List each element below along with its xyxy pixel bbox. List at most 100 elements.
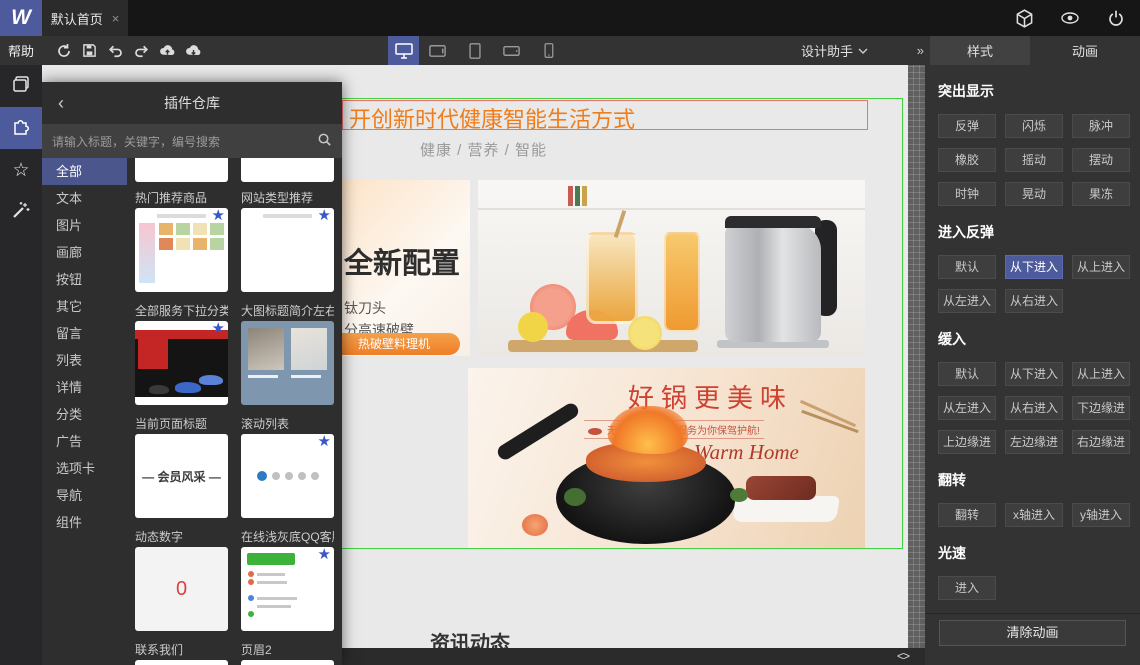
- animation-effect-button[interactable]: 摇动: [1005, 148, 1063, 172]
- plugin-category[interactable]: 广告: [42, 428, 127, 455]
- animation-effect-button[interactable]: 从左进入: [938, 289, 996, 313]
- plugin-card-thumbnail[interactable]: [135, 660, 228, 665]
- preview-eye-icon[interactable]: [1060, 8, 1080, 28]
- plugin-card[interactable]: 动态数字 0: [135, 527, 228, 631]
- animation-effect-button[interactable]: 从下进入: [1005, 255, 1063, 279]
- plugin-card-thumbnail[interactable]: 0: [135, 547, 228, 631]
- plugin-category[interactable]: 组件: [42, 509, 127, 536]
- animation-effect-button[interactable]: 从右进入: [1005, 396, 1063, 420]
- tab-style[interactable]: 样式: [930, 36, 1030, 65]
- plugin-search-input[interactable]: 请输入标题，关键字，编号搜索: [42, 124, 342, 158]
- plugin-card[interactable]: [135, 158, 228, 182]
- animation-effect-button[interactable]: 闪烁: [1005, 114, 1063, 138]
- plugin-card[interactable]: 热门推荐商品 ★: [135, 188, 228, 292]
- hero-banner[interactable]: 全新配置 钛刀头 分高速破壁 热破壁料理机: [342, 180, 865, 356]
- device-tablet-portrait-button[interactable]: [456, 36, 493, 65]
- search-icon[interactable]: [317, 132, 332, 150]
- animation-effect-button[interactable]: 翻转: [938, 503, 996, 527]
- code-icon[interactable]: <>: [897, 649, 910, 663]
- save-button[interactable]: [80, 41, 99, 60]
- animation-effect-button[interactable]: 橡胶: [938, 148, 996, 172]
- animation-effect-button[interactable]: 上边缘进: [938, 430, 996, 454]
- animation-effect-button[interactable]: 右边缘进: [1072, 430, 1130, 454]
- plugin-card[interactable]: 联系我们: [135, 640, 228, 665]
- animation-effect-button[interactable]: 进入: [938, 576, 996, 600]
- collapse-panel-button[interactable]: »: [917, 36, 924, 65]
- plugin-card[interactable]: 在线浅灰底QQ客服 ★: [241, 527, 334, 631]
- plugin-category[interactable]: 文本: [42, 185, 127, 212]
- animation-effect-button[interactable]: 从上进入: [1072, 255, 1130, 279]
- tab-animation[interactable]: 动画: [1030, 36, 1140, 65]
- star-badge-icon[interactable]: ★: [318, 434, 331, 450]
- plugin-card-thumbnail[interactable]: [135, 158, 228, 182]
- animation-effect-button[interactable]: 果冻: [1072, 182, 1130, 206]
- plugin-category[interactable]: 留言: [42, 320, 127, 347]
- design-assistant-dropdown[interactable]: 设计助手: [801, 36, 868, 65]
- components-cube-icon[interactable]: [1014, 8, 1034, 28]
- animation-effect-button[interactable]: 从下进入: [1005, 362, 1063, 386]
- animation-effect-button[interactable]: 下边缘进: [1072, 396, 1130, 420]
- power-icon[interactable]: [1106, 8, 1126, 28]
- plugin-category[interactable]: 分类: [42, 401, 127, 428]
- plugin-card-thumbnail[interactable]: ★: [241, 547, 334, 631]
- page-tab[interactable]: 默认首页 ×: [42, 0, 128, 36]
- sidebar-item-favorites[interactable]: ☆: [0, 149, 42, 191]
- plugin-card-thumbnail[interactable]: [241, 158, 334, 182]
- animation-effect-button[interactable]: 从左进入: [938, 396, 996, 420]
- animation-effect-button[interactable]: 默认: [938, 255, 996, 279]
- plugin-card-thumbnail[interactable]: ★: [135, 208, 228, 292]
- plugin-card[interactable]: 网站类型推荐 ★: [241, 188, 334, 292]
- redo-button[interactable]: [132, 41, 151, 60]
- plugin-card[interactable]: 页眉2: [241, 640, 334, 665]
- plugin-card[interactable]: 滚动列表 ★: [241, 414, 334, 518]
- promo-button[interactable]: 热破壁料理机: [342, 333, 460, 355]
- wok-banner[interactable]: 好锅更美味 无忧购物，至诚服务为你保驾护航! Warm Home: [468, 368, 865, 548]
- animation-effect-button[interactable]: 脉冲: [1072, 114, 1130, 138]
- sidebar-item-plugins[interactable]: [0, 107, 42, 149]
- sidebar-item-pages[interactable]: [0, 65, 42, 107]
- plugin-card[interactable]: 全部服务下拉分类带... ★: [135, 301, 228, 405]
- star-badge-icon[interactable]: ★: [318, 547, 331, 563]
- plugin-card-thumbnail[interactable]: [241, 660, 334, 665]
- plugin-card[interactable]: 大图标题简介左右切...: [241, 301, 334, 405]
- animation-effect-button[interactable]: 从右进入: [1005, 289, 1063, 313]
- cloud-upload-button[interactable]: [158, 41, 177, 60]
- cloud-download-button[interactable]: [184, 41, 203, 60]
- plugin-card-thumbnail[interactable]: ★: [135, 321, 228, 405]
- animation-effect-button[interactable]: 反弹: [938, 114, 996, 138]
- star-badge-icon[interactable]: ★: [212, 321, 225, 337]
- device-phone-landscape-button[interactable]: [493, 36, 530, 65]
- animation-effect-button[interactable]: 时钟: [938, 182, 996, 206]
- refresh-button[interactable]: [54, 41, 73, 60]
- animation-effect-button[interactable]: y轴进入: [1072, 503, 1130, 527]
- animation-effect-button[interactable]: 默认: [938, 362, 996, 386]
- plugin-card-thumbnail[interactable]: ★: [241, 434, 334, 518]
- plugin-category[interactable]: 列表: [42, 347, 127, 374]
- app-logo[interactable]: W: [0, 0, 42, 36]
- plugin-card[interactable]: 当前页面标题 — 会员风采 —: [135, 414, 228, 518]
- close-icon[interactable]: ×: [112, 11, 120, 26]
- plugin-category[interactable]: 画廊: [42, 239, 127, 266]
- plugin-category[interactable]: 全部: [42, 158, 127, 185]
- sidebar-item-design-tools[interactable]: [0, 191, 42, 233]
- plugin-category[interactable]: 详情: [42, 374, 127, 401]
- plugin-card-thumbnail[interactable]: — 会员风采 —: [135, 434, 228, 518]
- plugin-category[interactable]: 按钮: [42, 266, 127, 293]
- plugin-card-thumbnail[interactable]: ★: [241, 208, 334, 292]
- plugin-category[interactable]: 图片: [42, 212, 127, 239]
- animation-effect-button[interactable]: 晃动: [1005, 182, 1063, 206]
- device-desktop-button[interactable]: [388, 36, 419, 65]
- animation-effect-button[interactable]: 左边缘进: [1005, 430, 1063, 454]
- selected-text-element[interactable]: 开创新时代健康智能生活方式: [342, 100, 868, 132]
- device-tablet-landscape-button[interactable]: [419, 36, 456, 65]
- plugin-card[interactable]: [241, 158, 334, 182]
- animation-effect-button[interactable]: 从上进入: [1072, 362, 1130, 386]
- animation-effect-button[interactable]: 摆动: [1072, 148, 1130, 172]
- star-badge-icon[interactable]: ★: [318, 208, 331, 224]
- back-icon[interactable]: ‹: [58, 94, 64, 112]
- canvas-scrollbar[interactable]: [908, 65, 925, 648]
- star-badge-icon[interactable]: ★: [212, 208, 225, 224]
- device-phone-portrait-button[interactable]: [530, 36, 567, 65]
- help-button[interactable]: 帮助: [0, 36, 42, 65]
- undo-button[interactable]: [106, 41, 125, 60]
